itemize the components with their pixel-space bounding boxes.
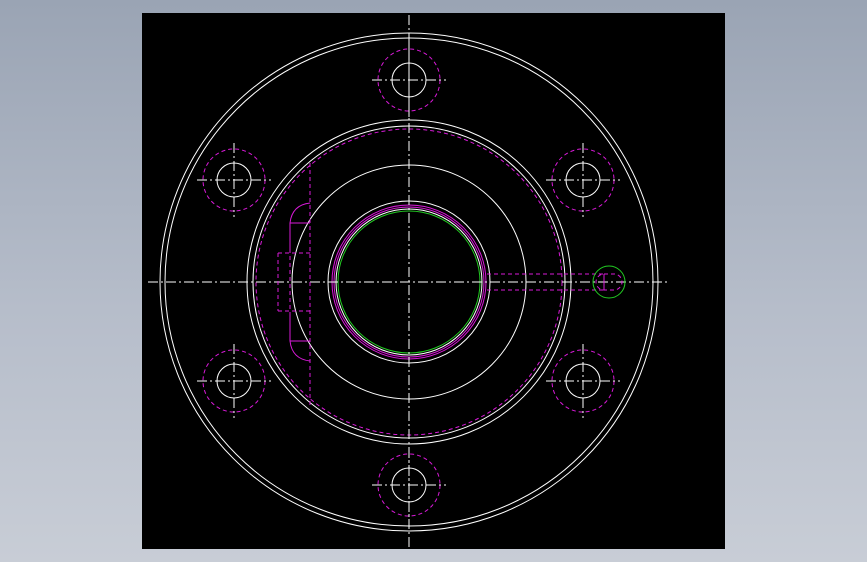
left-lug-upper-curve xyxy=(289,202,311,249)
flange-drawing xyxy=(148,15,669,547)
cad-drawing-viewport[interactable] xyxy=(142,13,725,549)
left-lug-lower-curve xyxy=(289,313,311,362)
